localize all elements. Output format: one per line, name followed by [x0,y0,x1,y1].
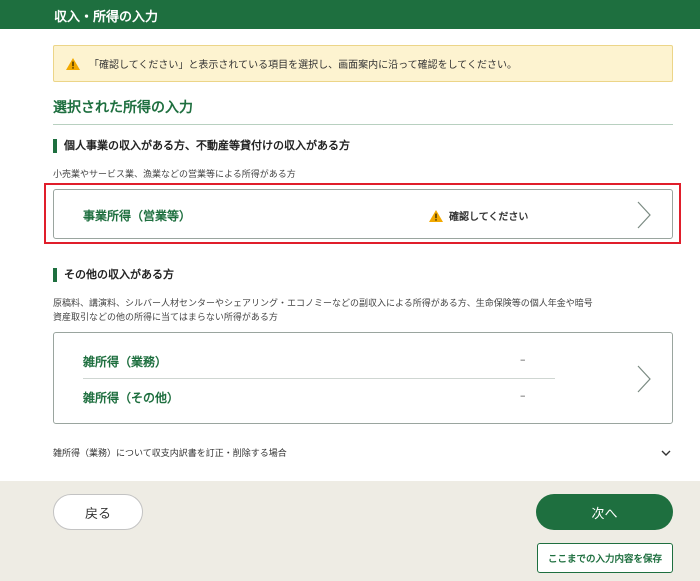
misc-income-other-label: 雑所得（その他） [83,391,180,405]
back-button[interactable]: 戻る [53,494,143,530]
chevron-down-icon [661,449,671,459]
other-income-heading: その他の収入がある方 [53,268,174,282]
misc-income-card[interactable]: 雑所得（業務） – 雑所得（その他） – [53,332,673,424]
confirm-status-text: 確認してください [449,212,529,223]
correction-accordion-label: 雑所得（業務）について収支内訳書を訂正・削除する場合 [53,449,287,459]
other-income-description: 原稿料、講演料、シルバー人材センターやシェアリング・エコノミーなどの副収入による… [53,297,673,325]
other-income-description-line1: 原稿料、講演料、シルバー人材センターやシェアリング・エコノミーなどの副収入による… [53,299,593,309]
misc-income-other-value: – [520,389,526,402]
chevron-right-icon [637,201,651,229]
warning-icon [66,57,80,70]
confirm-status: 確認してください [429,208,528,223]
alert-text: 「確認してください」と表示されている項目を選択し、画面案内に沿って確認をしてくだ… [89,60,517,71]
misc-income-business-value: – [520,353,526,366]
business-income-heading: 個人事業の収入がある方、不動産等貸付けの収入がある方 [53,139,350,153]
business-income-description: 小売業やサービス業、漁業などの営業等による所得がある方 [53,170,296,180]
save-progress-button[interactable]: ここまでの入力内容を保存 [537,543,673,573]
chevron-right-icon [637,365,651,393]
other-income-description-line2: 資産取引などの他の所得に当てはまらない所得がある方 [53,313,278,323]
section-title: 選択された所得の入力 [53,97,673,125]
page-header-title: 収入・所得の入力 [54,10,159,25]
page-header: 収入・所得の入力 [0,0,700,29]
next-button[interactable]: 次へ [536,494,673,530]
business-income-label: 事業所得（営業等） [83,209,192,223]
alert-banner: 「確認してください」と表示されている項目を選択し、画面案内に沿って確認をしてくだ… [53,45,673,82]
business-income-card[interactable]: 事業所得（営業等） 確認してください [53,189,673,239]
misc-income-business-label: 雑所得（業務） [83,355,168,369]
row-divider [83,378,555,379]
correction-accordion[interactable]: 雑所得（業務）について収支内訳書を訂正・削除する場合 [53,446,673,466]
warning-icon [429,209,443,222]
